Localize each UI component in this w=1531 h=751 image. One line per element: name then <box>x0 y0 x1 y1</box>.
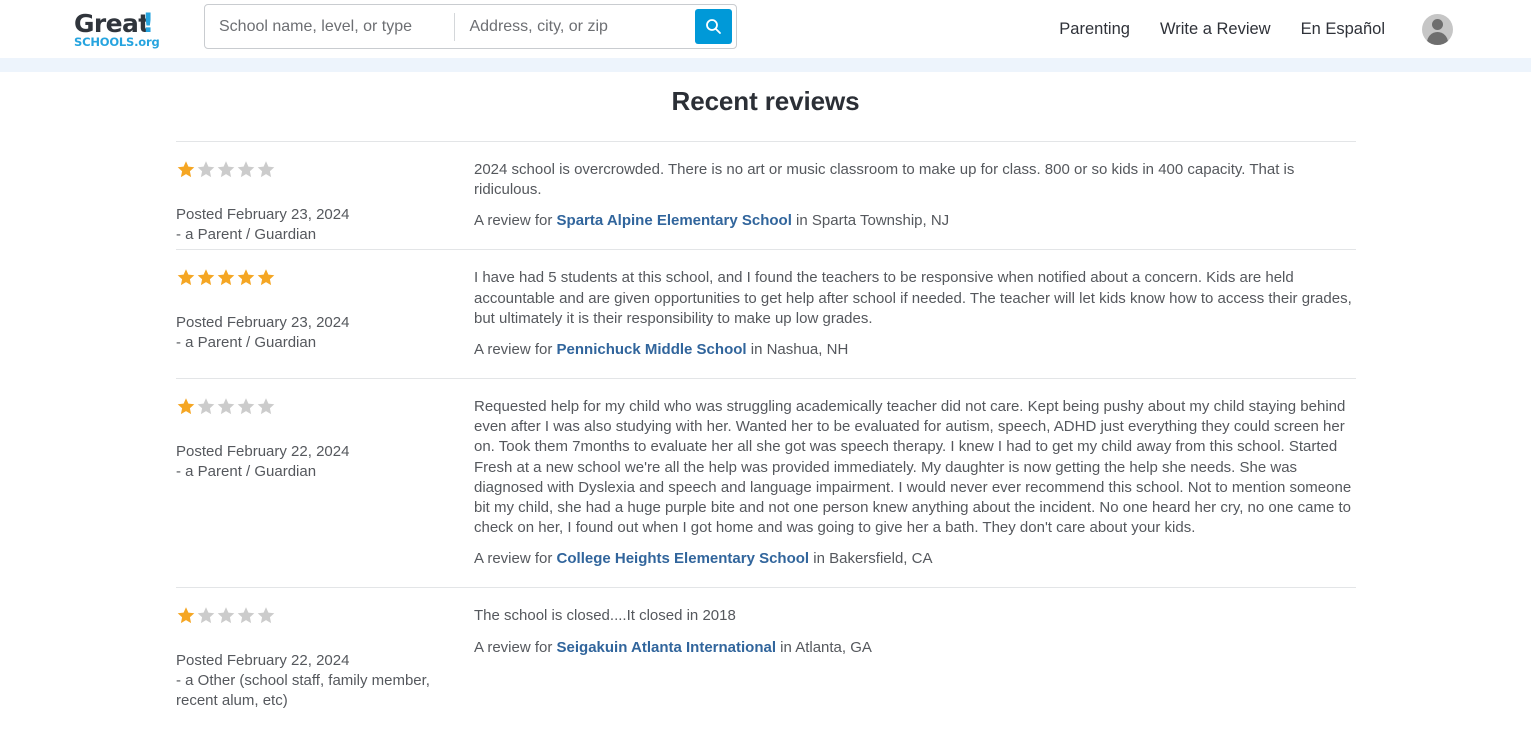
review-author-type: - a Parent / Guardian <box>176 334 317 352</box>
review-school-location: in Atlanta, GA <box>776 638 872 656</box>
avatar-head-shape <box>1432 18 1443 30</box>
greatschools-logo[interactable]: Great ! SCHOOLS.org <box>74 10 178 50</box>
school-search-input[interactable] <box>205 5 455 48</box>
school-link[interactable]: College Heights Elementary School <box>557 550 810 567</box>
location-search-input[interactable] <box>455 5 695 48</box>
search-icon <box>706 19 721 34</box>
main-content: Recent reviews Posted February 23, 2024 … <box>0 72 1531 711</box>
star-icon <box>197 161 215 178</box>
star-icon <box>217 161 235 178</box>
review-school-location: in Bakersfield, CA <box>809 550 933 568</box>
review-author-type: - a Parent / Guardian <box>176 226 317 243</box>
review-source: A review for Sparta Alpine Elementary Sc… <box>474 211 1354 231</box>
review-posted-date: Posted February 22, 2024 <box>176 652 350 670</box>
search-button[interactable] <box>695 9 732 44</box>
review-posted-date: Posted February 22, 2024 <box>176 443 350 461</box>
review-body: Requested help for my child who was stru… <box>474 397 1352 587</box>
review-source: A review for College Heights Elementary … <box>474 549 1352 569</box>
star-rating <box>176 268 464 287</box>
review-text: I have had 5 students at this school, an… <box>474 269 1352 327</box>
review-source: A review for Seigakuin Atlanta Internati… <box>474 638 1354 658</box>
logo-wordmark-sub: SCHOOLS.org <box>74 35 159 49</box>
review-author-type: - a Other (school staff, family member, … <box>176 672 430 710</box>
review-body: The school is closed....It closed in 201… <box>474 606 1354 711</box>
review-source-prefix: A review for <box>474 341 557 359</box>
user-avatar-icon[interactable] <box>1422 13 1453 45</box>
star-rating <box>176 606 464 625</box>
site-header: Great ! SCHOOLS.org Parenting Write a Re… <box>0 0 1531 58</box>
review-item: Posted February 23, 2024 - a Parent / Gu… <box>176 141 1356 249</box>
nav-item-write-a-review[interactable]: Write a Review <box>1145 20 1286 39</box>
star-icon <box>177 161 195 178</box>
review-source-prefix: A review for <box>474 638 557 656</box>
nav-item-en-espanol[interactable]: En Español <box>1286 20 1400 39</box>
star-icon <box>177 607 195 624</box>
school-link[interactable]: Pennichuck Middle School <box>557 341 747 358</box>
reviews-list: Posted February 23, 2024 - a Parent / Gu… <box>176 141 1356 711</box>
school-link[interactable]: Sparta Alpine Elementary School <box>557 212 792 229</box>
star-icon <box>177 398 195 415</box>
star-icon <box>237 269 255 286</box>
star-icon <box>257 607 275 624</box>
review-text: The school is closed....It closed in 201… <box>474 607 736 625</box>
star-rating <box>176 397 464 416</box>
review-school-location: in Nashua, NH <box>746 341 849 359</box>
logo-wordmark-main: Great <box>74 10 150 38</box>
review-meta: Posted February 23, 2024 - a Parent / Gu… <box>176 160 474 249</box>
review-text: 2024 school is overcrowded. There is no … <box>474 161 1295 199</box>
star-icon <box>237 398 255 415</box>
star-icon <box>237 161 255 178</box>
review-item: Posted February 22, 2024 - a Parent / Gu… <box>176 378 1356 587</box>
review-text: Requested help for my child who was stru… <box>474 398 1352 537</box>
review-body: 2024 school is overcrowded. There is no … <box>474 160 1354 249</box>
star-icon <box>177 269 195 286</box>
star-icon <box>237 607 255 624</box>
review-item: Posted February 23, 2024 - a Parent / Gu… <box>176 249 1356 378</box>
review-meta: Posted February 22, 2024 - a Parent / Gu… <box>176 397 474 587</box>
review-author-type: - a Parent / Guardian <box>176 463 317 481</box>
review-school-location: in Sparta Township, NJ <box>791 212 950 230</box>
nav-item-parenting[interactable]: Parenting <box>1044 20 1145 39</box>
search-bar <box>204 4 737 49</box>
primary-nav: Parenting Write a Review En Español <box>1044 0 1453 58</box>
review-meta: Posted February 22, 2024 - a Other (scho… <box>176 606 474 711</box>
star-icon <box>197 607 215 624</box>
review-body: I have had 5 students at this school, an… <box>474 268 1352 378</box>
review-posted-date: Posted February 23, 2024 <box>176 314 350 332</box>
star-icon <box>257 161 275 178</box>
review-meta: Posted February 23, 2024 - a Parent / Gu… <box>176 268 474 378</box>
star-icon <box>197 269 215 286</box>
star-icon <box>217 607 235 624</box>
page-title: Recent reviews <box>671 86 860 116</box>
review-source: A review for Pennichuck Middle School in… <box>474 340 1352 360</box>
review-posted-date: Posted February 23, 2024 <box>176 206 350 223</box>
review-source-prefix: A review for <box>474 212 557 230</box>
header-accent-band <box>0 58 1531 72</box>
avatar-body-shape <box>1427 31 1448 45</box>
star-icon <box>257 398 275 415</box>
star-icon <box>217 269 235 286</box>
star-rating <box>176 160 464 179</box>
review-item: Posted February 22, 2024 - a Other (scho… <box>176 587 1356 711</box>
school-link[interactable]: Seigakuin Atlanta International <box>557 639 776 656</box>
review-source-prefix: A review for <box>474 550 557 568</box>
star-icon <box>257 269 275 286</box>
star-icon <box>197 398 215 415</box>
star-icon <box>217 398 235 415</box>
